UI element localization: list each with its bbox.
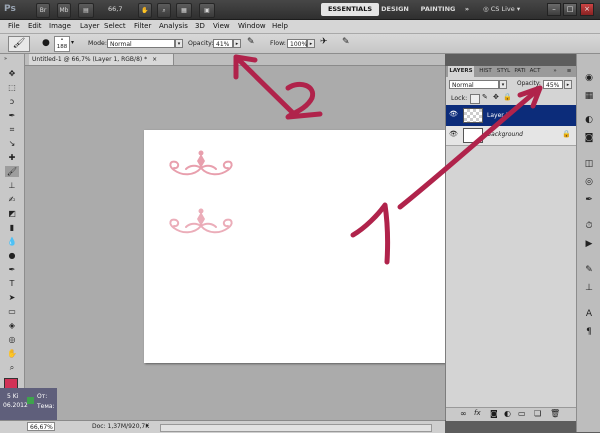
arrow-1-shaft [397, 85, 543, 210]
annotation-digit-1 [350, 202, 391, 265]
arrow-2-shaft [233, 54, 298, 118]
annotation-overlay [233, 54, 543, 265]
annotation-digit-2 [285, 81, 323, 120]
